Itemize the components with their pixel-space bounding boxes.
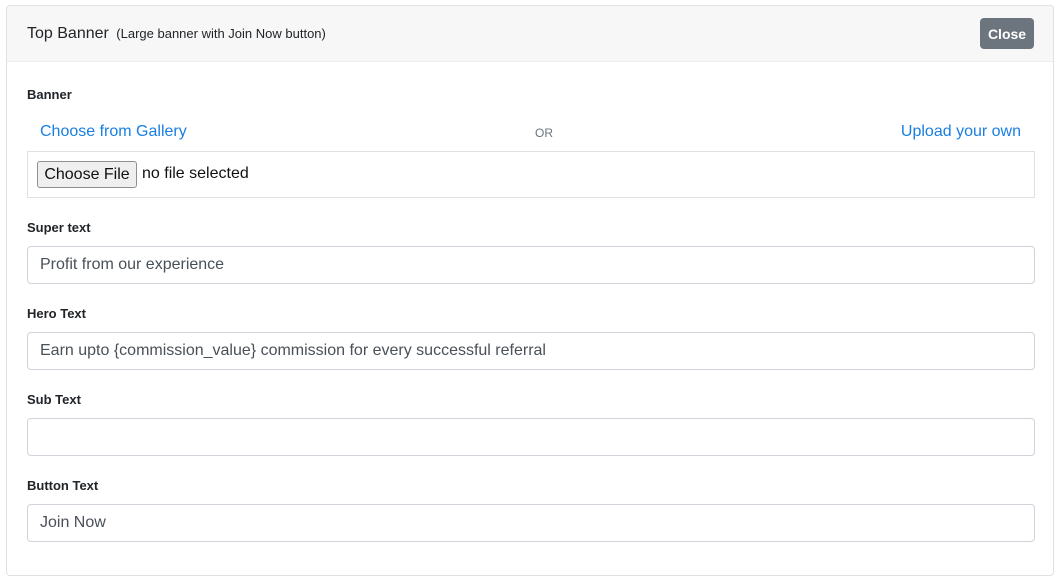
close-button[interactable]: Close [980, 18, 1034, 49]
hero-text-label: Hero Text [27, 306, 86, 321]
super-text-label: Super text [27, 220, 91, 235]
file-status-text: no file selected [142, 165, 249, 182]
banner-label: Banner [27, 87, 72, 102]
choose-file-button[interactable]: Choose File [37, 161, 137, 188]
button-text-label: Button Text [27, 478, 99, 493]
sub-text-label: Sub Text [27, 392, 81, 407]
hero-text-input[interactable] [27, 332, 1035, 370]
upload-your-own-link[interactable]: Upload your own [901, 123, 1021, 141]
or-separator: OR [535, 126, 553, 140]
top-banner-card: Top Banner (Large banner with Join Now b… [6, 5, 1054, 576]
sub-text-input[interactable] [27, 418, 1035, 456]
file-upload-box: Choose File no file selected [27, 151, 1035, 198]
card-title: Top Banner (Large banner with Join Now b… [27, 25, 326, 43]
super-text-input[interactable] [27, 246, 1035, 284]
card-title-text: Top Banner [27, 25, 109, 42]
card-subtitle: (Large banner with Join Now button) [116, 26, 326, 41]
button-text-input[interactable] [27, 504, 1035, 542]
choose-from-gallery-link[interactable]: Choose from Gallery [40, 123, 187, 141]
card-header: Top Banner (Large banner with Join Now b… [7, 6, 1053, 62]
